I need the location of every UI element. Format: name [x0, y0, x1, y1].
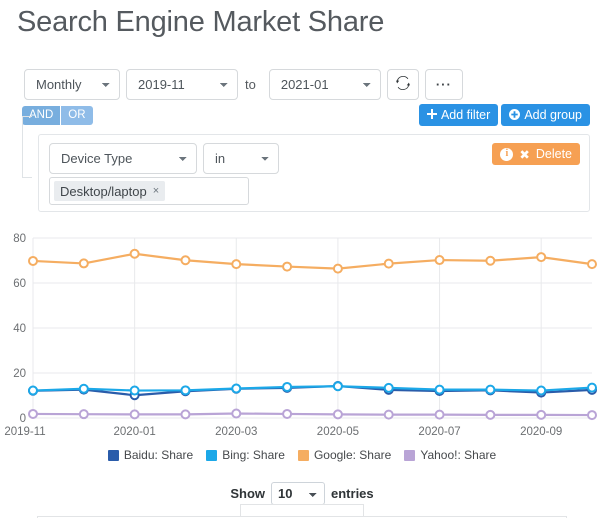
ellipsis-icon: ··· — [435, 77, 452, 92]
show-label: Show — [230, 486, 266, 501]
remove-tag-icon[interactable]: × — [153, 185, 159, 197]
page-title: Search Engine Market Share — [17, 6, 385, 38]
filter-value-tag-label: Desktop/laptop — [60, 183, 147, 199]
x-axis-tick: 2020-05 — [317, 426, 359, 438]
filter-field-select[interactable]: Device Type — [49, 143, 197, 174]
chart-svg: 0 20 40 60 80 2019-11 2020-01 2020-03 2020-05 202… — [4, 233, 597, 438]
plus-icon — [426, 109, 437, 121]
add-filter-button[interactable]: Add filter — [418, 104, 499, 126]
x-axis-tick: 2019-11 — [4, 426, 45, 438]
date-from-select[interactable]: 2019-11 — [126, 69, 238, 100]
y-axis-tick: 40 — [13, 323, 26, 335]
legend-item-baidu-share[interactable]: Baidu: Share — [107, 448, 194, 462]
logic-operator-toggle[interactable]: AND OR — [22, 106, 93, 126]
chart-legend: Baidu: Share Bing: Share Google: Share Yaho… — [0, 448, 604, 462]
legend-swatch-icon — [404, 449, 416, 461]
refresh-button[interactable] — [386, 69, 419, 100]
legend-item-google-share[interactable]: Google: Share — [297, 448, 392, 462]
legend-label: Yahoo!: Share — [420, 448, 497, 462]
date-range-toolbar: Monthly 2019-11 to 2021-01 ··· — [24, 69, 463, 100]
filter-row-container: Device Type in i ✖ Delete Desktop/laptop… — [38, 134, 590, 212]
y-axis-tick: 80 — [13, 233, 26, 245]
filter-operator-select[interactable]: in — [203, 143, 279, 174]
info-icon: i — [500, 147, 514, 161]
legend-swatch-icon — [107, 449, 119, 461]
filter-controls: Device Type in — [49, 143, 279, 174]
legend-label: Bing: Share — [222, 448, 285, 462]
x-axis-tick: 2020-09 — [520, 426, 562, 438]
y-axis-tick: 0 — [20, 413, 26, 425]
filter-actions: Add filter Add group — [418, 104, 590, 126]
close-icon: ✖ — [519, 147, 530, 162]
entries-label: entries — [331, 486, 374, 501]
period-select[interactable]: Monthly — [24, 69, 120, 100]
refresh-icon — [395, 76, 410, 93]
show-entries-control: Show 10 entries — [0, 482, 604, 505]
x-axis-tick: 2020-01 — [114, 426, 156, 438]
filter-group-bracket — [22, 116, 32, 178]
more-options-button[interactable]: ··· — [424, 69, 463, 100]
filter-value-tag[interactable]: Desktop/laptop × — [54, 181, 166, 201]
x-axis-tick: 2020-03 — [215, 426, 257, 438]
add-filter-label: Add filter — [440, 108, 491, 122]
legend-swatch-icon — [297, 449, 309, 461]
market-share-line-chart: 0 20 40 60 80 2019-11 2020-01 2020-03 2020-05 202… — [0, 228, 604, 443]
x-axis-tick: 2020-07 — [418, 426, 460, 438]
legend-label: Google: Share — [313, 448, 392, 462]
delete-filter-button[interactable]: i ✖ Delete — [492, 143, 580, 165]
legend-swatch-icon — [206, 449, 218, 461]
plus-circle-icon — [509, 108, 521, 122]
entries-per-page-select[interactable]: 10 — [271, 482, 326, 505]
date-to-select[interactable]: 2021-01 — [268, 69, 381, 100]
chart-series-google-share — [28, 248, 597, 274]
add-group-button[interactable]: Add group — [501, 104, 590, 126]
delete-filter-label: Delete — [535, 147, 572, 161]
legend-item-yahoo-share[interactable]: Yahoo!: Share — [404, 448, 496, 462]
legend-label: Baidu: Share — [123, 448, 194, 462]
y-axis-tick: 20 — [13, 368, 26, 380]
filter-value-input[interactable]: Desktop/laptop × — [49, 177, 249, 205]
y-axis-tick: 60 — [13, 278, 26, 290]
legend-item-bing-share[interactable]: Bing: Share — [206, 448, 285, 462]
logic-or-option[interactable]: OR — [61, 106, 93, 126]
add-group-label: Add group — [524, 108, 582, 122]
page-root: Search Engine Market Share Monthly 2019-… — [0, 0, 604, 518]
date-range-to-label: to — [245, 77, 256, 92]
